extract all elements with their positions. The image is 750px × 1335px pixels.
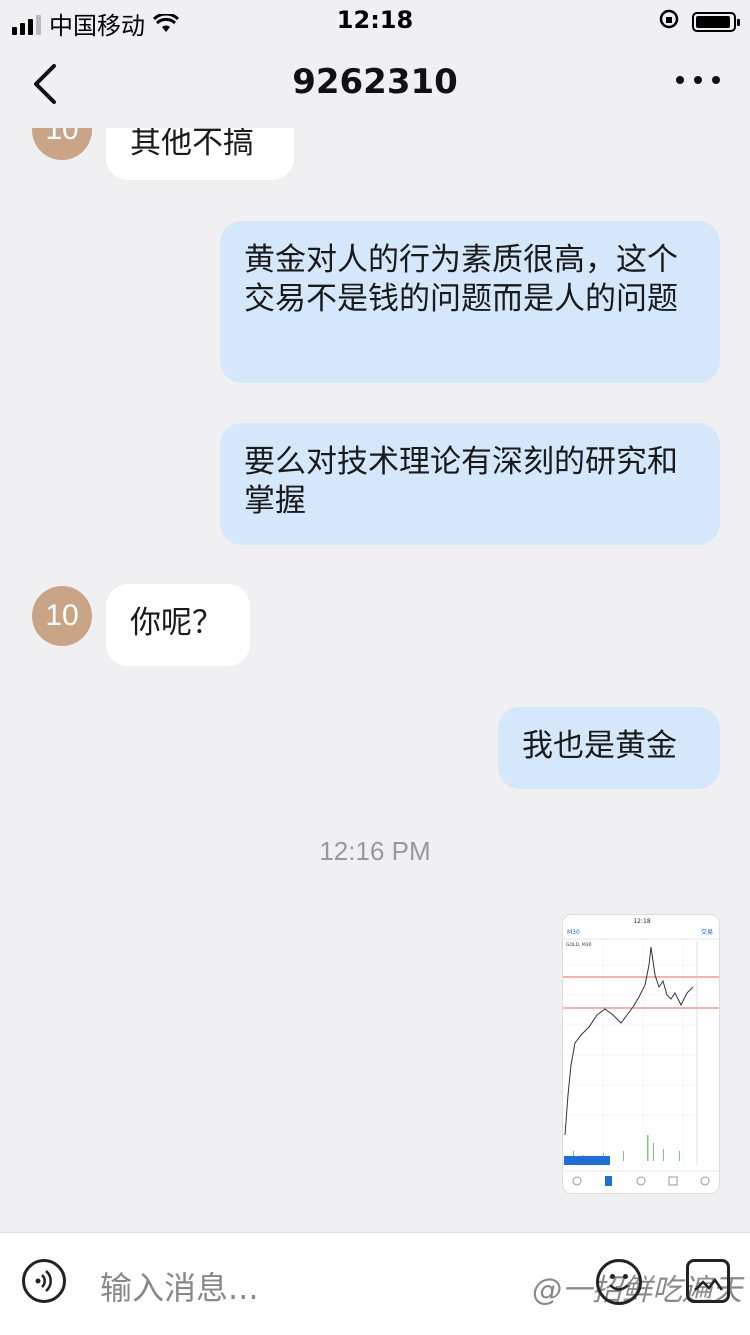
dot-icon: [676, 76, 684, 84]
message-bubble[interactable]: 你呢？: [106, 584, 250, 666]
message-text: 我也是黄金: [522, 728, 677, 764]
message-bubble[interactable]: 其他不搞: [106, 128, 294, 180]
thumb-status-time: 12:18: [633, 918, 650, 925]
voice-icon: [35, 1270, 52, 1292]
status-right: [658, 8, 740, 36]
dot-icon: [712, 76, 720, 84]
message-input[interactable]: 输入消息...: [100, 1263, 259, 1309]
status-bar: 中国移动 12:18: [0, 0, 750, 40]
thumb-trade-label: 交易: [701, 928, 713, 936]
thumb-timeframe: M30: [567, 929, 580, 936]
thumb-symbol: GOLD, M30: [566, 942, 592, 948]
more-button[interactable]: [676, 76, 720, 84]
message-text: 你呢？: [130, 605, 223, 641]
battery-icon: [692, 12, 740, 32]
message-bubble[interactable]: 我也是黄金: [498, 707, 720, 789]
status-time: 12:18: [336, 6, 414, 34]
input-bar: 输入消息... @一招鲜吃遍天: [0, 1232, 750, 1335]
rotation-lock-icon: [658, 8, 680, 36]
chat-title: 9262310: [292, 62, 458, 102]
voice-button[interactable]: [22, 1259, 66, 1303]
avatar[interactable]: 10: [32, 586, 92, 646]
message-text: 其他不搞: [130, 128, 254, 161]
chat-area[interactable]: 10 其他不搞 黄金对人的行为素质很高，这个交易不是钱的问题而是人的问题 要么对…: [0, 128, 750, 1232]
nav-bar: 9262310: [0, 40, 750, 128]
message-timestamp: 12:16 PM: [319, 836, 431, 866]
avatar[interactable]: 10: [32, 128, 92, 160]
image-message[interactable]: 12:18 M30 交易 GOLD, M30: [562, 914, 720, 1194]
message-text: 要么对技术理论有深刻的研究和掌握: [244, 444, 678, 519]
watermark: @一招鲜吃遍天: [532, 1273, 742, 1308]
trading-chart-thumbnail: 12:18 M30 交易 GOLD, M30: [563, 915, 719, 1193]
message-bubble[interactable]: 黄金对人的行为素质很高，这个交易不是钱的问题而是人的问题: [220, 221, 720, 383]
message-bubble[interactable]: 要么对技术理论有深刻的研究和掌握: [220, 423, 720, 545]
dot-icon: [694, 76, 702, 84]
message-text: 黄金对人的行为素质很高，这个交易不是钱的问题而是人的问题: [244, 242, 678, 317]
